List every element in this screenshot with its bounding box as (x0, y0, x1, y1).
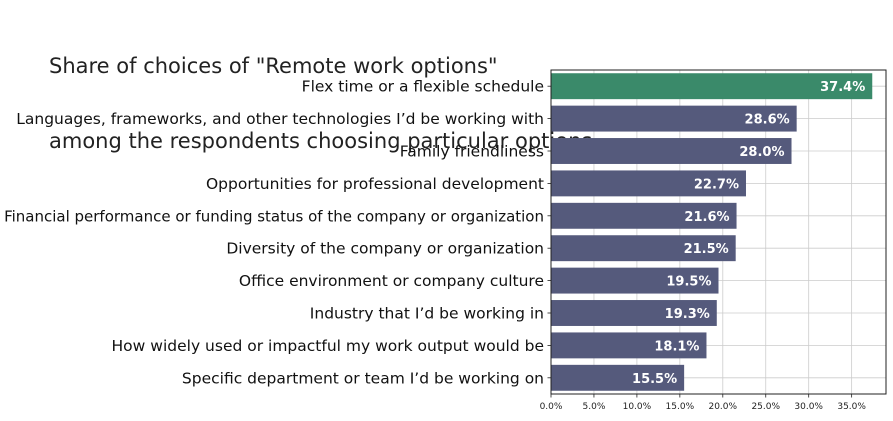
x-tick-label: 10.0% (623, 402, 652, 412)
x-tick-label: 25.0% (751, 402, 780, 412)
bar-value-label: 37.4% (820, 80, 865, 95)
category-label: Financial performance or funding status … (4, 207, 544, 225)
category-label: Languages, frameworks, and other technol… (16, 110, 544, 128)
category-label-layer: Flex time or a flexible schedule Language… (4, 78, 544, 388)
category-label: Office environment or company culture (239, 272, 544, 290)
bar-value-label: 18.1% (654, 339, 699, 354)
bar-value-label: 28.6% (745, 113, 790, 128)
category-label: Specific department or team I’d be worki… (182, 369, 544, 387)
category-label: Diversity of the company or organization (226, 240, 544, 258)
bar-value-label: 15.5% (632, 372, 677, 387)
category-label: How widely used or impactful my work out… (112, 337, 544, 355)
x-tick-label: 35.0% (837, 402, 866, 412)
bar-value-label: 28.0% (739, 145, 784, 160)
x-tick-label: 15.0% (666, 402, 695, 412)
x-tick-label: 30.0% (794, 402, 823, 412)
category-label: Industry that I’d be working in (310, 305, 544, 323)
bar-value-label: 19.3% (665, 307, 710, 322)
bar-value-label: 21.6% (684, 210, 729, 225)
x-tick-label: 0.0% (540, 402, 563, 412)
category-label: Family friendliness (400, 143, 544, 161)
bar-value-label: 22.7% (694, 177, 739, 192)
category-label: Flex time or a flexible schedule (302, 78, 544, 96)
category-label: Opportunities for professional developme… (206, 175, 544, 193)
bar-layer: 37.4% 28.6% 28.0% 22.7% 21.6% 21.5% 19.5% 19.3%… (551, 73, 873, 391)
bar-value-label: 21.5% (684, 242, 729, 257)
bar-chart: 37.4% 28.6% 28.0% 22.7% 21.6% 21.5% 19.5% 19.3%… (4, 69, 887, 412)
x-tick-label: 5.0% (583, 402, 606, 412)
bar-value-label: 19.5% (666, 275, 711, 290)
x-tick-label: 20.0% (708, 402, 737, 412)
